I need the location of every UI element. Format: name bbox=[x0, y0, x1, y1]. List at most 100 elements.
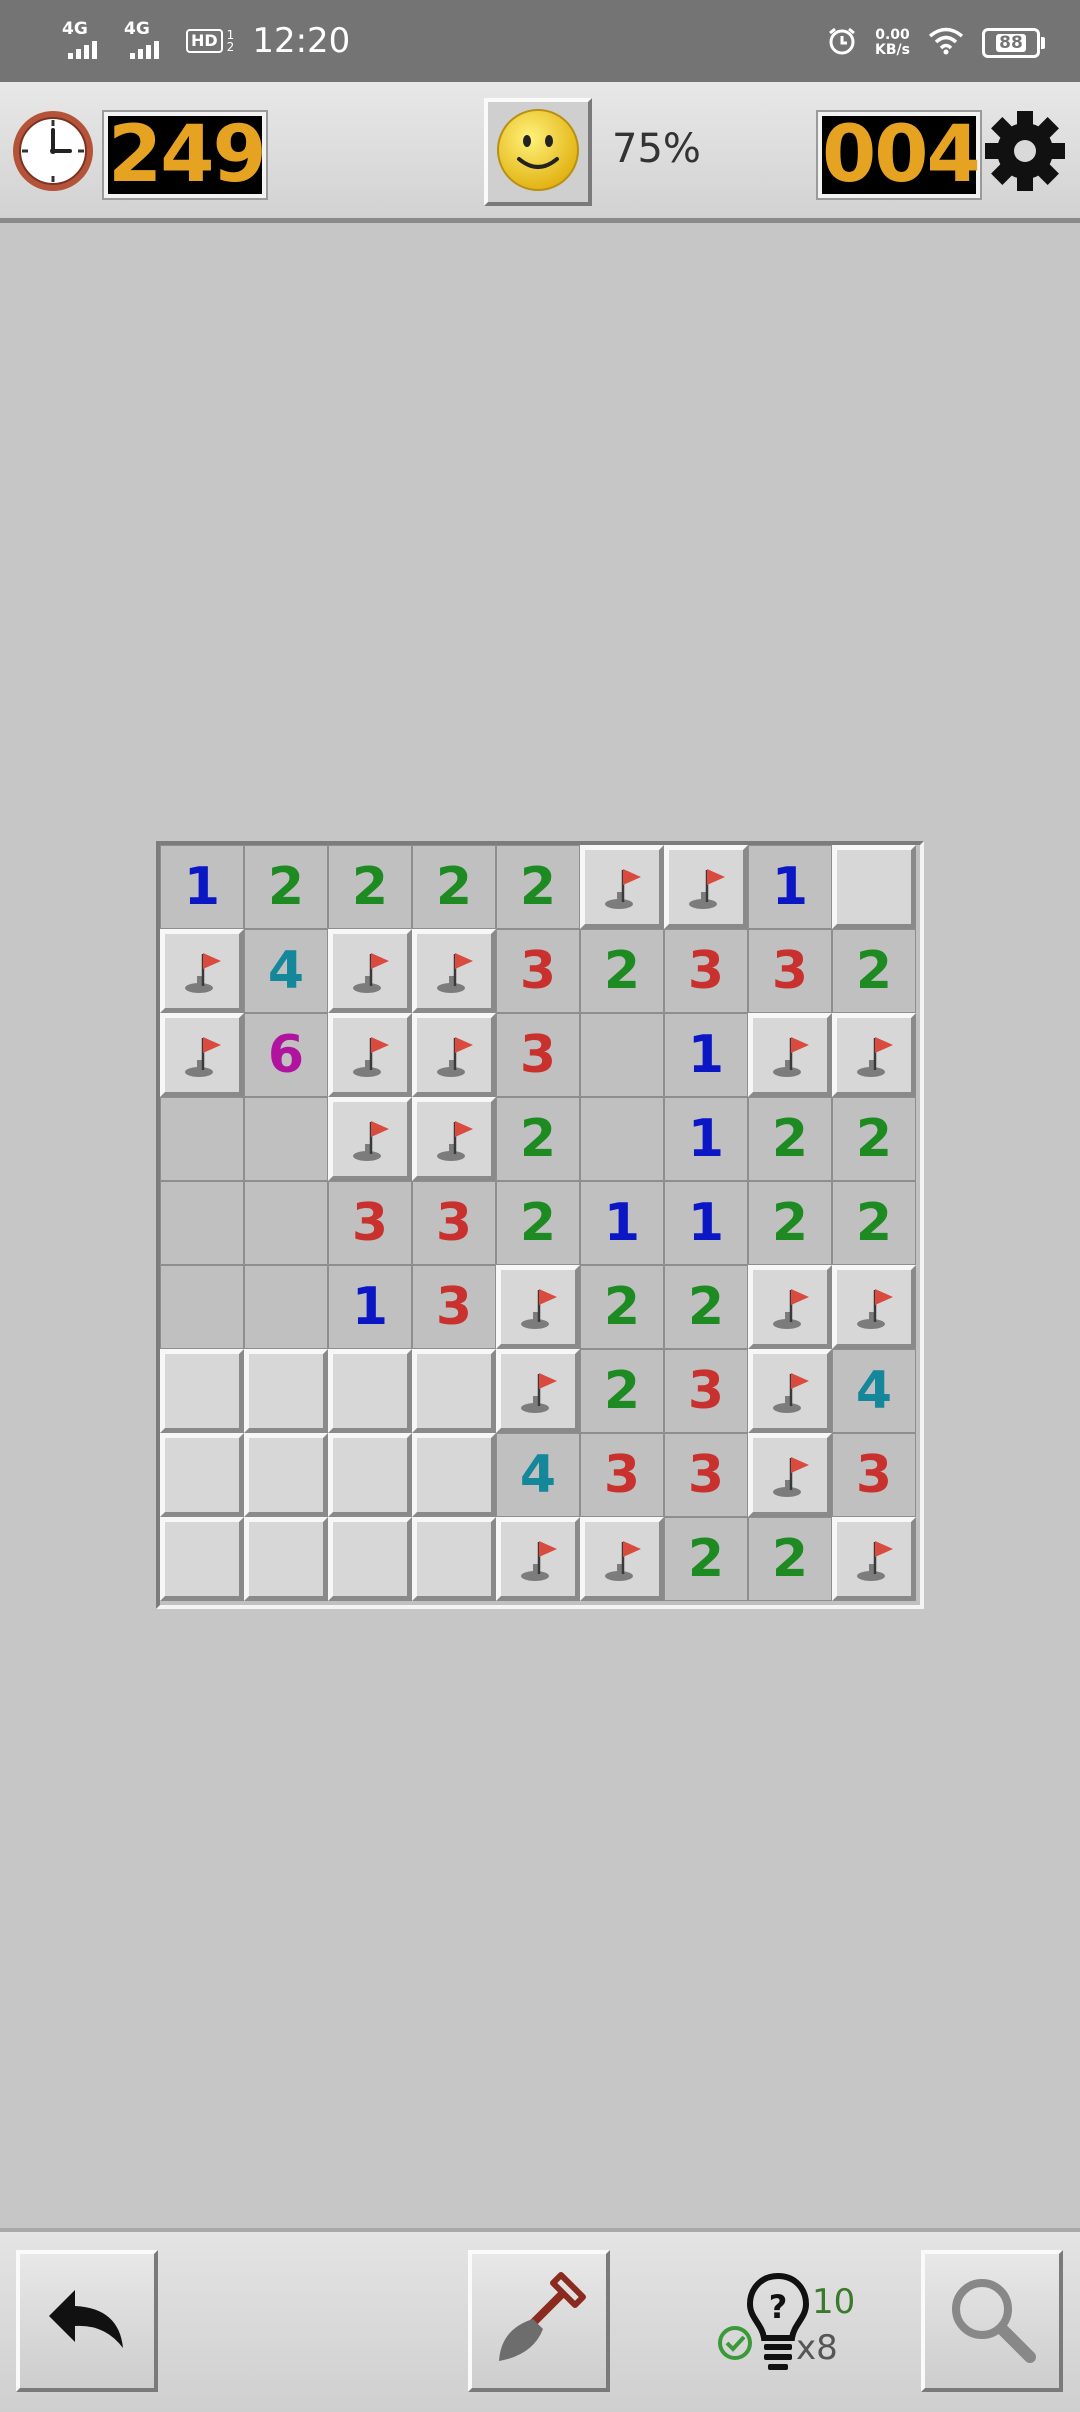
unrevealed-cell[interactable] bbox=[328, 1517, 412, 1601]
unrevealed-cell[interactable] bbox=[328, 1349, 412, 1433]
number-cell[interactable]: 1 bbox=[328, 1265, 412, 1349]
empty-cell[interactable] bbox=[580, 1097, 664, 1181]
number-cell[interactable]: 2 bbox=[412, 845, 496, 929]
battery-level: 88 bbox=[996, 34, 1026, 52]
flagged-cell[interactable] bbox=[160, 929, 244, 1013]
number-cell[interactable]: 2 bbox=[580, 1265, 664, 1349]
number-cell[interactable]: 1 bbox=[580, 1181, 664, 1265]
unrevealed-cell[interactable] bbox=[328, 1433, 412, 1517]
undo-button[interactable] bbox=[16, 2250, 158, 2392]
number-cell[interactable]: 4 bbox=[244, 929, 328, 1013]
status-bar: 4G 4G HD 1 2 12:20 0.00 KB/s 88 bbox=[0, 0, 1080, 82]
number-cell[interactable]: 2 bbox=[748, 1181, 832, 1265]
number-cell[interactable]: 2 bbox=[496, 845, 580, 929]
number-cell[interactable]: 3 bbox=[580, 1433, 664, 1517]
flagged-cell[interactable] bbox=[832, 1517, 916, 1601]
flagged-cell[interactable] bbox=[748, 1265, 832, 1349]
unrevealed-cell[interactable] bbox=[412, 1517, 496, 1601]
number-cell[interactable]: 3 bbox=[328, 1181, 412, 1265]
flagged-cell[interactable] bbox=[496, 1265, 580, 1349]
flag-icon bbox=[849, 1534, 899, 1584]
number-cell[interactable]: 4 bbox=[832, 1349, 916, 1433]
flagged-cell[interactable] bbox=[328, 1013, 412, 1097]
number-cell[interactable]: 1 bbox=[664, 1013, 748, 1097]
unrevealed-cell[interactable] bbox=[160, 1433, 244, 1517]
flagged-cell[interactable] bbox=[748, 1013, 832, 1097]
flag-icon bbox=[849, 1282, 899, 1332]
flag-icon bbox=[429, 1114, 479, 1164]
wifi-icon bbox=[928, 27, 964, 59]
number-cell[interactable]: 2 bbox=[496, 1097, 580, 1181]
number-cell[interactable]: 1 bbox=[160, 845, 244, 929]
flagged-cell[interactable] bbox=[328, 929, 412, 1013]
number-cell[interactable]: 3 bbox=[664, 929, 748, 1013]
number-cell[interactable]: 2 bbox=[496, 1181, 580, 1265]
number-cell[interactable]: 3 bbox=[496, 929, 580, 1013]
number-cell[interactable]: 2 bbox=[748, 1517, 832, 1601]
flag-icon bbox=[765, 1366, 815, 1416]
flagged-cell[interactable] bbox=[664, 845, 748, 929]
unrevealed-cell[interactable] bbox=[244, 1517, 328, 1601]
unrevealed-cell[interactable] bbox=[160, 1517, 244, 1601]
empty-cell[interactable] bbox=[244, 1181, 328, 1265]
number-cell[interactable]: 1 bbox=[664, 1097, 748, 1181]
flag-icon bbox=[513, 1366, 563, 1416]
flagged-cell[interactable] bbox=[832, 1013, 916, 1097]
number-cell[interactable]: 2 bbox=[748, 1097, 832, 1181]
number-cell[interactable]: 1 bbox=[748, 845, 832, 929]
flagged-cell[interactable] bbox=[412, 1097, 496, 1181]
network-type-1: 4G bbox=[62, 19, 88, 39]
number-cell[interactable]: 2 bbox=[664, 1265, 748, 1349]
number-cell[interactable]: 1 bbox=[664, 1181, 748, 1265]
flagged-cell[interactable] bbox=[328, 1097, 412, 1181]
flag-icon bbox=[849, 1030, 899, 1080]
number-cell[interactable]: 3 bbox=[832, 1433, 916, 1517]
empty-cell[interactable] bbox=[244, 1097, 328, 1181]
number-cell[interactable]: 3 bbox=[748, 929, 832, 1013]
number-cell[interactable]: 2 bbox=[832, 1181, 916, 1265]
flagged-cell[interactable] bbox=[160, 1013, 244, 1097]
flagged-cell[interactable] bbox=[748, 1433, 832, 1517]
flagged-cell[interactable] bbox=[832, 1265, 916, 1349]
unrevealed-cell[interactable] bbox=[832, 845, 916, 929]
number-cell[interactable]: 3 bbox=[496, 1013, 580, 1097]
unrevealed-cell[interactable] bbox=[160, 1349, 244, 1433]
number-cell[interactable]: 2 bbox=[580, 1349, 664, 1433]
empty-cell[interactable] bbox=[160, 1181, 244, 1265]
empty-cell[interactable] bbox=[244, 1265, 328, 1349]
flagged-cell[interactable] bbox=[580, 845, 664, 929]
flagged-cell[interactable] bbox=[496, 1349, 580, 1433]
flagged-cell[interactable] bbox=[748, 1349, 832, 1433]
number-cell[interactable]: 6 bbox=[244, 1013, 328, 1097]
flagged-cell[interactable] bbox=[412, 929, 496, 1013]
unrevealed-cell[interactable] bbox=[244, 1349, 328, 1433]
flag-icon bbox=[345, 1030, 395, 1080]
empty-cell[interactable] bbox=[580, 1013, 664, 1097]
number-cell[interactable]: 2 bbox=[832, 929, 916, 1013]
number-cell[interactable]: 3 bbox=[412, 1181, 496, 1265]
number-cell[interactable]: 2 bbox=[580, 929, 664, 1013]
flagged-cell[interactable] bbox=[580, 1517, 664, 1601]
hint-widget[interactable]: ? 10 x8 bbox=[716, 2272, 866, 2382]
number-cell[interactable]: 3 bbox=[412, 1265, 496, 1349]
number-cell[interactable]: 3 bbox=[664, 1433, 748, 1517]
gear-icon[interactable] bbox=[982, 108, 1068, 198]
unrevealed-cell[interactable] bbox=[412, 1349, 496, 1433]
number-cell[interactable]: 2 bbox=[832, 1097, 916, 1181]
flagged-cell[interactable] bbox=[496, 1517, 580, 1601]
number-cell[interactable]: 3 bbox=[664, 1349, 748, 1433]
shovel-icon bbox=[489, 2269, 589, 2373]
network-speed-unit: KB/s bbox=[875, 42, 910, 58]
number-cell[interactable]: 4 bbox=[496, 1433, 580, 1517]
empty-cell[interactable] bbox=[160, 1265, 244, 1349]
number-cell[interactable]: 2 bbox=[664, 1517, 748, 1601]
unrevealed-cell[interactable] bbox=[244, 1433, 328, 1517]
search-button[interactable] bbox=[921, 2250, 1063, 2392]
empty-cell[interactable] bbox=[160, 1097, 244, 1181]
unrevealed-cell[interactable] bbox=[412, 1433, 496, 1517]
number-cell[interactable]: 2 bbox=[328, 845, 412, 929]
number-cell[interactable]: 2 bbox=[244, 845, 328, 929]
dig-mode-button[interactable] bbox=[468, 2250, 610, 2392]
new-game-button[interactable] bbox=[484, 98, 592, 206]
flagged-cell[interactable] bbox=[412, 1013, 496, 1097]
